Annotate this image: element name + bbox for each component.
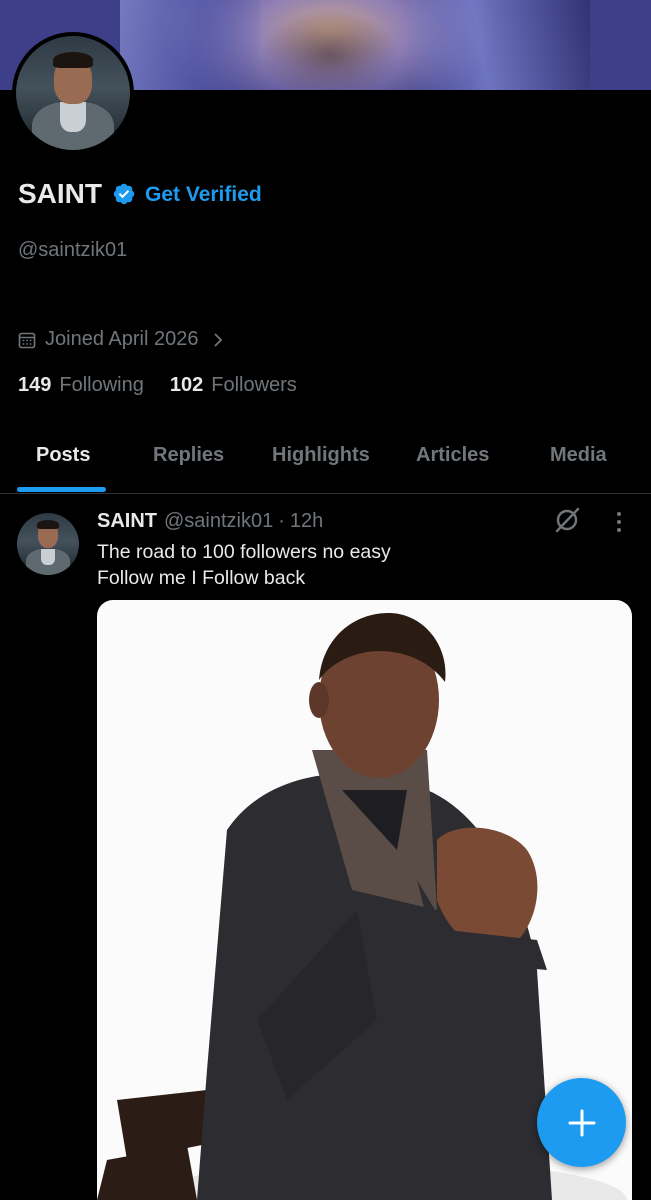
avatar-photo <box>16 36 130 150</box>
post-text: The road to 100 followers no easy Follow… <box>97 539 391 591</box>
post-timestamp[interactable]: 12h <box>290 510 323 533</box>
post-avatar-shirt <box>41 549 55 565</box>
plus-icon <box>568 1109 595 1136</box>
post-avatar-hair <box>37 520 59 529</box>
following-link[interactable]: 149 Following <box>18 374 144 397</box>
tab-articles[interactable]: Articles <box>416 444 489 467</box>
followers-count: 102 <box>169 374 204 396</box>
post-text-line-1: The road to 100 followers no easy <box>97 541 391 563</box>
follow-stats: 149 Following 102 Followers <box>18 374 323 397</box>
grok-icon[interactable] <box>553 506 581 534</box>
followers-label: Followers <box>211 374 297 396</box>
verified-badge-icon[interactable] <box>112 182 136 206</box>
avatar-shirt <box>60 102 86 132</box>
get-verified-link[interactable]: Get Verified <box>145 183 262 207</box>
post-author-handle[interactable]: @saintzik01 <box>164 510 273 533</box>
chevron-right-icon <box>214 332 223 347</box>
post-separator: · <box>278 510 285 532</box>
post-header: SAINT @saintzik01 · 12h <box>97 510 323 533</box>
tab-media[interactable]: Media <box>550 444 607 467</box>
avatar-hair <box>53 52 93 68</box>
compose-post-button[interactable] <box>537 1078 626 1167</box>
tab-highlights[interactable]: Highlights <box>272 444 370 467</box>
post-text-line-2: Follow me I Follow back <box>97 567 306 589</box>
banner-hair-left <box>120 0 260 90</box>
tab-posts[interactable]: Posts <box>36 444 90 467</box>
post-author-name[interactable]: SAINT <box>97 510 157 533</box>
profile-avatar[interactable] <box>12 32 134 154</box>
followers-link[interactable]: 102 Followers <box>170 374 297 397</box>
profile-tabs: Posts Replies Highlights Articles Media <box>0 432 651 494</box>
following-count: 149 <box>18 374 52 396</box>
active-tab-indicator <box>17 487 106 492</box>
banner-hair-right <box>410 0 590 90</box>
following-label: Following <box>59 374 144 396</box>
joined-date-row[interactable]: Joined April 2026 <box>18 328 224 351</box>
tab-replies[interactable]: Replies <box>153 444 224 467</box>
post-author-avatar[interactable] <box>17 513 79 575</box>
more-vertical-icon[interactable] <box>612 510 626 534</box>
profile-handle: @saintzik01 <box>18 239 128 261</box>
joined-date-text: Joined April 2026 <box>45 328 199 350</box>
profile-display-name: SAINT <box>18 178 102 209</box>
banner-face <box>250 0 410 90</box>
calendar-icon <box>18 332 36 348</box>
